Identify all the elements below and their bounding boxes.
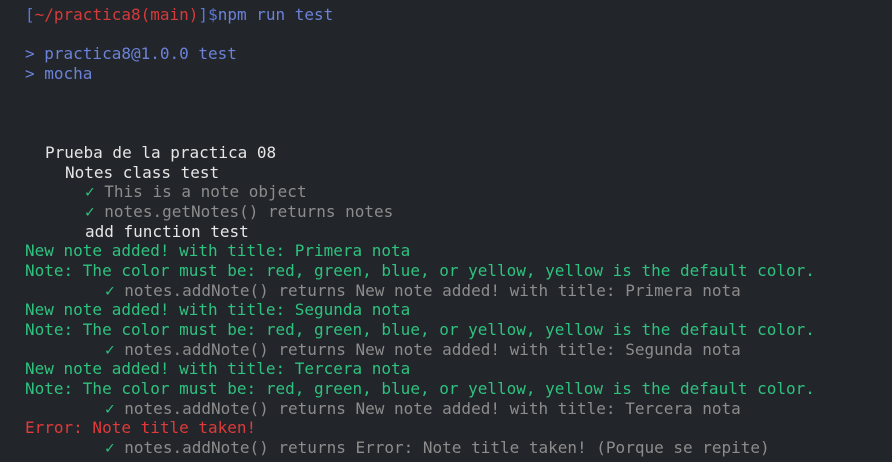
prompt-dollar: $ <box>208 5 218 24</box>
terminal-window[interactable]: [~/practica8(main)]$npm run test > pract… <box>0 0 892 462</box>
prompt-command: npm run test <box>217 5 334 24</box>
test-passed-text: notes.addNote() returns New note added! … <box>124 280 741 300</box>
test-subsuite-title: Notes class test <box>65 162 220 182</box>
test-passed-line: ✓ notes.addNote() returns New note added… <box>0 281 892 301</box>
test-passed-line: ✓ notes.addNote() returns New note added… <box>0 399 892 419</box>
prompt-branch-open: ( <box>140 5 151 24</box>
test-suite-title: Prueba de la practica 08 <box>45 142 277 162</box>
check-icon: ✓ <box>105 339 115 359</box>
test-passed-text: notes.addNote() returns New note added! … <box>124 339 741 359</box>
check-icon: ✓ <box>85 201 95 221</box>
test-passed-text: notes.addNote() returns New note added! … <box>124 398 741 418</box>
color-note-line: Note: The color must be: red, green, blu… <box>25 379 815 399</box>
check-icon: ✓ <box>105 438 115 458</box>
log-line: New note added! with title: Segunda nota <box>25 300 411 320</box>
color-note-line: Note: The color must be: red, green, blu… <box>25 260 815 280</box>
test-passed-line: ✓ notes.addNote() returns New note added… <box>0 340 892 360</box>
prompt-open-bracket: [ <box>25 5 35 24</box>
prompt-branch-close: ) <box>188 5 199 24</box>
test-subsuite-title: add function test <box>85 221 249 241</box>
prompt-branch: main <box>150 5 189 24</box>
log-line: New note added! with title: Tercera nota <box>25 359 411 379</box>
check-icon: ✓ <box>105 398 115 418</box>
test-passed-line: ✓ notes.getNotes() returns notes <box>0 202 892 222</box>
color-note-line: Note: The color must be: red, green, blu… <box>25 320 815 339</box>
prompt-line: [~/practica8(main)]$npm run test <box>0 5 892 25</box>
error-line: Error: Note title taken! <box>25 418 257 438</box>
test-passed-text: This is a note object <box>104 182 307 202</box>
test-passed-text: notes.getNotes() returns notes <box>104 201 394 221</box>
log-line: New note added! with title: Primera nota <box>25 241 411 261</box>
test-passed-line: ✓ This is a note object <box>0 182 892 202</box>
test-passed-line: ✓ notes.addNote() returns Error: Note ti… <box>0 438 892 458</box>
prompt-close-bracket: ] <box>198 5 209 24</box>
test-passed-text: notes.addNote() returns Error: Note titl… <box>124 438 770 458</box>
check-icon: ✓ <box>105 280 115 300</box>
check-icon: ✓ <box>85 182 95 202</box>
npm-output-line: > practica8@1.0.0 test <box>25 44 237 64</box>
prompt-path: ~/practica8 <box>34 5 141 24</box>
npm-output-line: > mocha <box>25 64 93 84</box>
